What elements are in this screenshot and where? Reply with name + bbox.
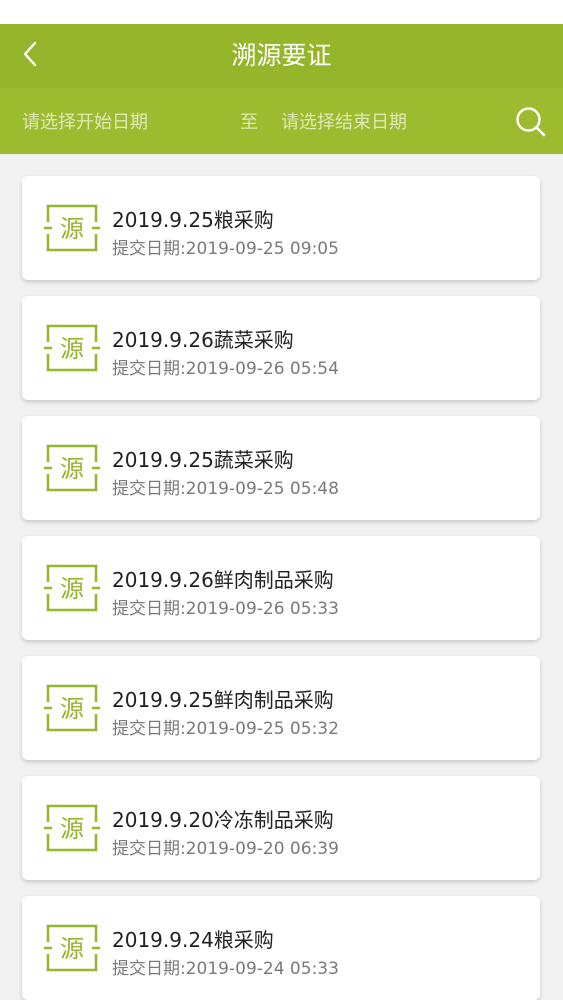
list-item[interactable]: 源 2019.9.24粮采购 提交日期:2019-09-24 05:33 [22, 896, 540, 1000]
nav-bar: 溯源要证 [0, 24, 563, 88]
date-filter-bar: 请选择开始日期 至 请选择结束日期 [0, 88, 563, 154]
svg-text:源: 源 [60, 455, 84, 483]
list-item[interactable]: 源 2019.9.25蔬菜采购 提交日期:2019-09-25 05:48 [22, 416, 540, 520]
source-badge-icon: 源 [44, 204, 100, 252]
submit-date-value: 2019-09-24 05:33 [185, 959, 339, 979]
submit-date-label: 提交日期: [112, 959, 186, 979]
submit-date-value: 2019-09-25 05:32 [185, 719, 339, 739]
list-item[interactable]: 源 2019.9.25粮采购 提交日期:2019-09-25 09:05 [22, 176, 540, 280]
start-date-picker[interactable]: 请选择开始日期 [22, 108, 148, 134]
submit-date-label: 提交日期: [112, 359, 186, 379]
submit-date-row: 提交日期:2019-09-25 09:05 [112, 234, 339, 259]
submit-date-label: 提交日期: [112, 479, 186, 499]
chevron-left-icon [21, 40, 39, 72]
source-badge-icon: 源 [44, 924, 100, 972]
source-badge-icon: 源 [44, 804, 100, 852]
page-title: 溯源要证 [231, 41, 332, 70]
svg-text:源: 源 [60, 935, 84, 963]
record-title: 2019.9.26蔬菜采购 [112, 328, 294, 352]
source-badge-icon: 源 [44, 324, 100, 372]
submit-date-row: 提交日期:2019-09-25 05:48 [112, 474, 339, 499]
list-item[interactable]: 源 2019.9.26蔬菜采购 提交日期:2019-09-26 05:54 [22, 296, 540, 400]
list-item[interactable]: 源 2019.9.25鲜肉制品采购 提交日期:2019-09-25 05:32 [22, 656, 540, 760]
submit-date-label: 提交日期: [112, 599, 186, 619]
record-title: 2019.9.26鲜肉制品采购 [112, 568, 334, 592]
record-title: 2019.9.25蔬菜采购 [112, 448, 294, 472]
submit-date-value: 2019-09-26 05:54 [185, 359, 339, 379]
svg-text:源: 源 [60, 815, 84, 843]
source-badge-icon: 源 [44, 444, 100, 492]
submit-date-value: 2019-09-25 05:48 [185, 479, 339, 499]
end-date-picker[interactable]: 请选择结束日期 [281, 108, 407, 134]
submit-date-row: 提交日期:2019-09-24 05:33 [112, 954, 339, 979]
source-badge-icon: 源 [44, 564, 100, 612]
status-bar [0, 0, 563, 24]
submit-date-value: 2019-09-26 05:33 [185, 599, 339, 619]
list-item[interactable]: 源 2019.9.26鲜肉制品采购 提交日期:2019-09-26 05:33 [22, 536, 540, 640]
svg-text:源: 源 [60, 215, 84, 243]
svg-text:源: 源 [60, 575, 84, 603]
submit-date-row: 提交日期:2019-09-20 06:39 [112, 834, 339, 859]
submit-date-row: 提交日期:2019-09-25 05:32 [112, 714, 339, 739]
trace-record-list: 源 2019.9.25粮采购 提交日期:2019-09-25 09:05 源 2019.… [0, 154, 563, 1000]
submit-date-value: 2019-09-25 09:05 [185, 239, 339, 259]
svg-text:源: 源 [60, 335, 84, 363]
record-title: 2019.9.20冷冻制品采购 [112, 808, 334, 832]
source-badge-icon: 源 [44, 684, 100, 732]
record-title: 2019.9.24粮采购 [112, 928, 274, 952]
submit-date-label: 提交日期: [112, 839, 186, 859]
search-icon [515, 107, 547, 143]
date-separator: 至 [240, 112, 258, 133]
search-button[interactable] [515, 106, 547, 138]
back-button[interactable] [10, 36, 50, 76]
submit-date-row: 提交日期:2019-09-26 05:33 [112, 594, 339, 619]
record-title: 2019.9.25鲜肉制品采购 [112, 688, 334, 712]
record-title: 2019.9.25粮采购 [112, 208, 274, 232]
svg-text:源: 源 [60, 695, 84, 723]
submit-date-label: 提交日期: [112, 719, 186, 739]
submit-date-row: 提交日期:2019-09-26 05:54 [112, 354, 339, 379]
submit-date-label: 提交日期: [112, 239, 186, 259]
submit-date-value: 2019-09-20 06:39 [185, 839, 339, 859]
list-item[interactable]: 源 2019.9.20冷冻制品采购 提交日期:2019-09-20 06:39 [22, 776, 540, 880]
